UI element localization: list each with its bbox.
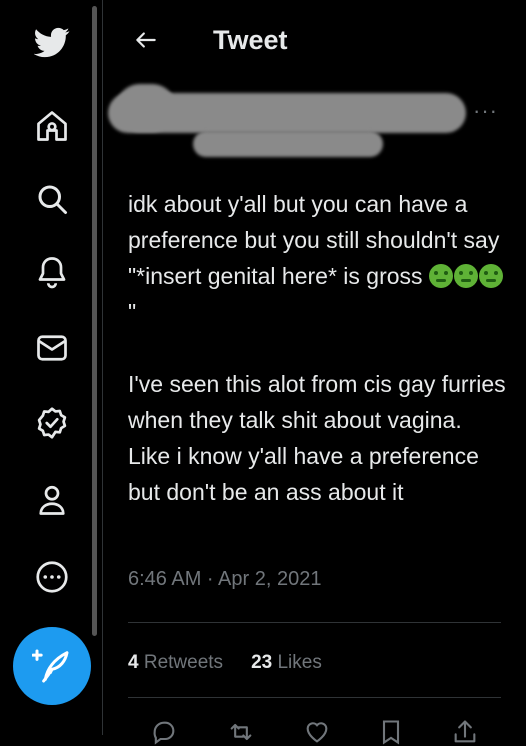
nauseated-face-emoji [428, 264, 453, 288]
scrollbar[interactable] [92, 6, 97, 636]
profile-icon[interactable] [22, 470, 82, 530]
more-options-icon[interactable]: ··· [473, 98, 498, 124]
like-heart-icon[interactable] [303, 718, 331, 746]
tweet-detail-column: Tweet ··· idk about y'all but you can ha… [103, 0, 526, 745]
divider [128, 622, 501, 623]
bookmark-icon[interactable] [377, 718, 405, 746]
verified-icon[interactable] [22, 393, 82, 453]
nauseated-face-emoji [453, 264, 478, 288]
compose-icon [32, 649, 69, 683]
back-arrow-icon[interactable] [128, 22, 164, 58]
redacted-display-name [108, 93, 466, 133]
sidebar-nav [0, 0, 101, 735]
tweet-timestamp[interactable]: 6:46 AM · Apr 2, 2021 [128, 568, 321, 591]
home-icon[interactable] [22, 96, 82, 156]
tweet-actions [103, 716, 526, 745]
twitter-logo-icon[interactable] [22, 12, 82, 72]
bell-icon[interactable] [22, 242, 82, 302]
nauseated-face-emoji [478, 264, 503, 288]
likes-stat[interactable]: 23 Likes [251, 652, 322, 673]
likes-count: 23 [251, 652, 273, 673]
share-icon[interactable] [451, 718, 479, 746]
retweets-label: Retweets [143, 652, 224, 673]
mail-icon[interactable] [22, 318, 82, 378]
redacted-username [193, 131, 383, 157]
divider [128, 697, 501, 698]
retweets-count: 4 [128, 652, 139, 673]
page-header: Tweet [103, 0, 526, 82]
tweet-stats: 4 Retweets 23 Likes [128, 652, 322, 674]
more-circle-icon[interactable] [22, 547, 82, 607]
tweet-text-paragraph-1: idk about y'all but you can have a prefe… [128, 186, 508, 330]
reply-icon[interactable] [150, 718, 178, 746]
tweet-text-1-tail: " [128, 299, 137, 325]
tweet-text-paragraph-2: I've seen this alot from cis gay furries… [128, 371, 513, 505]
search-icon[interactable] [22, 169, 82, 229]
retweet-icon[interactable] [227, 718, 255, 746]
retweets-stat[interactable]: 4 Retweets [128, 652, 223, 673]
likes-label: Likes [277, 652, 322, 673]
compose-tweet-button[interactable] [13, 627, 91, 705]
page-title: Tweet [213, 25, 288, 55]
